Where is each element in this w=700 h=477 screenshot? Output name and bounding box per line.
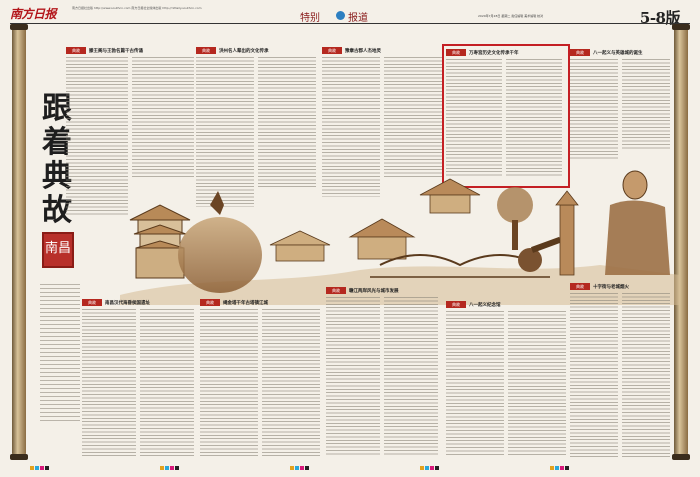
color-bar-icon bbox=[550, 466, 569, 470]
scroll-cap-icon bbox=[672, 454, 690, 460]
color-bar-icon bbox=[420, 466, 439, 470]
section-dot-icon bbox=[336, 11, 345, 20]
article: 典故 绳金塔千年古塔镇江城 bbox=[200, 298, 322, 458]
article-tag: 典故 bbox=[66, 47, 86, 54]
intro-text-block bbox=[40, 284, 80, 424]
article: 典故 八一起义纪念馆 bbox=[446, 300, 566, 458]
article-title: 赣江两岸风光与城市发展 bbox=[349, 288, 399, 294]
article-tag: 典故 bbox=[326, 287, 346, 294]
article-title: 滕王阁与王勃名篇千古传诵 bbox=[89, 48, 143, 54]
article: 典故 十字街与老城烟火 bbox=[570, 282, 670, 458]
newspaper-page: 南方日报 南方日报社出版 http://www.southcn.com 南方日报… bbox=[0, 0, 700, 477]
article-title: 绳金塔千年古塔镇江城 bbox=[223, 300, 268, 306]
article-title: 八一起义与英雄城的诞生 bbox=[593, 50, 643, 56]
article-tag: 典故 bbox=[196, 47, 216, 54]
masthead: 南方日报 南方日报社出版 http://www.southcn.com 南方日报… bbox=[10, 5, 690, 27]
article: 典故 南昌汉代海昏侯国遗址 bbox=[82, 298, 194, 458]
color-bar-icon bbox=[290, 466, 309, 470]
masthead-meta: 南方日报社出版 http://www.southcn.com 南方日报社全媒体出… bbox=[72, 6, 202, 10]
article-title: 豫章古郡人杰地灵 bbox=[345, 48, 381, 54]
article-tag: 典故 bbox=[322, 47, 342, 54]
article: 典故 八一起义与英雄城的诞生 bbox=[570, 48, 670, 178]
city-seal: 南昌 bbox=[42, 232, 74, 268]
color-bar-icon bbox=[160, 466, 179, 470]
article-title: 八一起义纪念馆 bbox=[469, 302, 501, 308]
section-word-1: 特别 bbox=[300, 13, 320, 24]
article-tag: 典故 bbox=[570, 283, 590, 290]
scroll-cap-icon bbox=[10, 24, 28, 30]
masthead-rule bbox=[10, 23, 690, 24]
article-title: 洪州名人辈出的文化传承 bbox=[219, 48, 269, 54]
article: 典故 赣江两岸风光与城市发展 bbox=[326, 286, 438, 458]
color-bar-icon bbox=[30, 466, 49, 470]
scroll-rod-left bbox=[12, 26, 26, 456]
newspaper-logo: 南方日报 bbox=[10, 7, 57, 21]
article-tag: 典故 bbox=[82, 299, 102, 306]
scroll-cap-icon bbox=[672, 24, 690, 30]
print-color-bars bbox=[0, 466, 700, 472]
issue-date: 2020年7月28日 星期二 责任编辑 美术编辑 校对 bbox=[478, 14, 544, 18]
section-word-2: 报道 bbox=[348, 13, 368, 24]
scroll-cap-icon bbox=[10, 454, 28, 460]
article-tag: 典故 bbox=[570, 49, 590, 56]
article-tag: 典故 bbox=[200, 299, 220, 306]
article-title: 南昌汉代海昏侯国遗址 bbox=[105, 300, 150, 306]
article-tag: 典故 bbox=[446, 301, 466, 308]
section-label: 特别 报道 bbox=[300, 9, 390, 24]
article-title: 十字街与老城烟火 bbox=[593, 284, 629, 290]
